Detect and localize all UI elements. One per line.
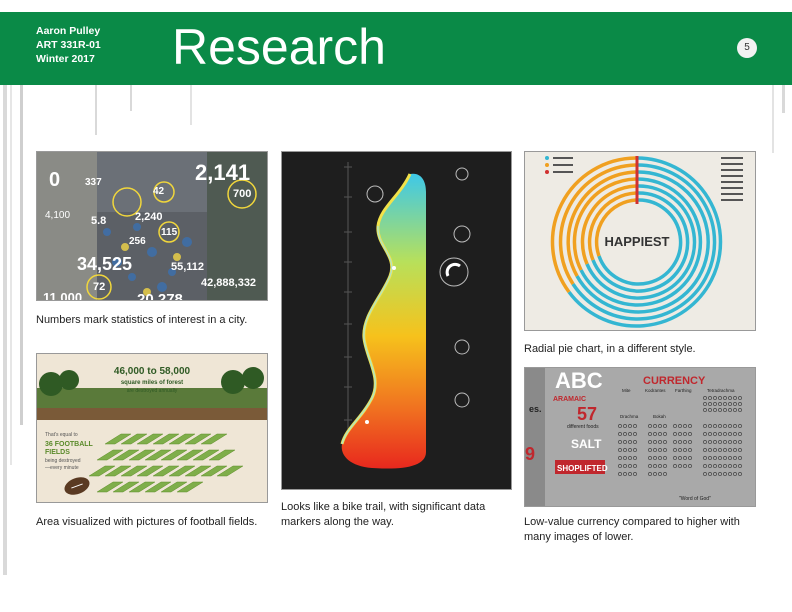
stat-number: 42,888,332 xyxy=(201,277,256,289)
currency-word-of-god: "Word of God" xyxy=(679,496,711,502)
stat-number: 34,525 xyxy=(77,254,132,274)
radial-center-label: HAPPIEST xyxy=(604,234,669,249)
forest-caption: Area visualized with pictures of footbal… xyxy=(36,516,258,528)
forest-side-intro: That's equal to xyxy=(45,432,78,438)
stat-number: 700 xyxy=(233,188,251,200)
bike-trail-caption: Looks like a bike trail, with significan… xyxy=(281,501,486,528)
forest-side-number: 36 FOOTBALL xyxy=(45,441,94,448)
bg-line xyxy=(190,85,192,125)
bike-trail-graphic xyxy=(282,152,511,489)
stat-number: 72 xyxy=(93,281,105,293)
stat-number: 256 xyxy=(129,236,146,247)
stat-number: 2,240 xyxy=(135,211,163,223)
bg-line xyxy=(772,85,774,153)
forest-image: 46,000 to 58,000 square miles of forest … xyxy=(36,353,268,503)
bg-line xyxy=(20,85,23,425)
radial-chart-image: HAPPIEST xyxy=(524,151,756,331)
forest-graphic: 46,000 to 58,000 square miles of forest … xyxy=(37,354,267,502)
stat-number: 11,000 xyxy=(43,290,82,300)
header-bar xyxy=(0,12,792,85)
currency-side-text: es. xyxy=(529,404,542,414)
city-stats-image: 0 337 2,141 42 700 4,100 5.8 2,240 115 2… xyxy=(36,151,268,301)
currency-graphic: es. 9 ABC ARAMAIC CURRENCY 57 different … xyxy=(525,368,755,506)
currency-shoplifted: SHOPLIFTED xyxy=(557,464,608,473)
author-name: Aaron Pulley xyxy=(36,25,101,37)
author-info: Aaron Pulley ART 331R-01 Winter 2017 xyxy=(36,24,101,66)
stat-number: 337 xyxy=(85,177,102,188)
currency-57: 57 xyxy=(577,404,597,424)
forest-side-rest2: —every minute xyxy=(45,465,79,471)
currency-col-3: Farthing xyxy=(675,388,692,393)
radial-chart-graphic: HAPPIEST xyxy=(525,152,755,330)
page-number: 5 xyxy=(737,38,757,58)
forest-side-rest: being destroyed xyxy=(45,458,81,464)
city-stats-graphic: 0 337 2,141 42 700 4,100 5.8 2,240 115 2… xyxy=(37,152,267,300)
stat-number: 0 xyxy=(49,169,60,191)
stat-number: 42 xyxy=(153,186,165,197)
stat-number: 115 xyxy=(161,227,178,238)
term: Winter 2017 xyxy=(36,53,95,65)
bike-trail-image xyxy=(281,151,512,490)
forest-headline-sub: are destroyed annually xyxy=(127,388,178,394)
currency-image: es. 9 ABC ARAMAIC CURRENCY 57 different … xyxy=(524,367,756,507)
city-stats-caption: Numbers mark statistics of interest in a… xyxy=(36,314,248,326)
bg-line xyxy=(10,85,12,465)
currency-salt: SALT xyxy=(571,437,602,451)
forest-side-fields: FIELDS xyxy=(45,449,70,456)
currency-col-5: Drachma xyxy=(620,414,639,419)
course-code: ART 331R-01 xyxy=(36,39,101,51)
stat-number: 5.8 xyxy=(91,215,106,227)
bg-line xyxy=(130,85,132,111)
stat-number: 20,278 xyxy=(137,291,183,300)
bg-line xyxy=(782,85,785,113)
currency-side-number: 9 xyxy=(525,444,535,464)
bg-line xyxy=(3,85,7,575)
currency-caption: Low-value currency compared to higher wi… xyxy=(524,516,740,543)
currency-title: CURRENCY xyxy=(643,375,706,387)
currency-aramaic: ARAMAIC xyxy=(553,396,586,403)
currency-abc: ABC xyxy=(555,368,603,393)
bg-line xyxy=(95,85,97,135)
stat-number: 55,112 xyxy=(171,261,204,273)
radial-chart-caption: Radial pie chart, in a different style. xyxy=(524,343,696,355)
page-title: Research xyxy=(172,19,386,75)
stat-number: 4,100 xyxy=(45,210,70,221)
forest-headline-text: square miles of forest xyxy=(121,380,183,386)
forest-headline-number: 46,000 to 58,000 xyxy=(114,366,191,377)
currency-col-6: Bokah xyxy=(653,414,666,419)
stat-number: 2,141 xyxy=(195,160,250,185)
currency-col-2: Kodrantes xyxy=(645,388,666,393)
currency-different-foods: different foods xyxy=(567,424,599,430)
currency-col-1: Mite xyxy=(622,388,631,393)
currency-col-4: Tetradrachma xyxy=(707,388,735,393)
